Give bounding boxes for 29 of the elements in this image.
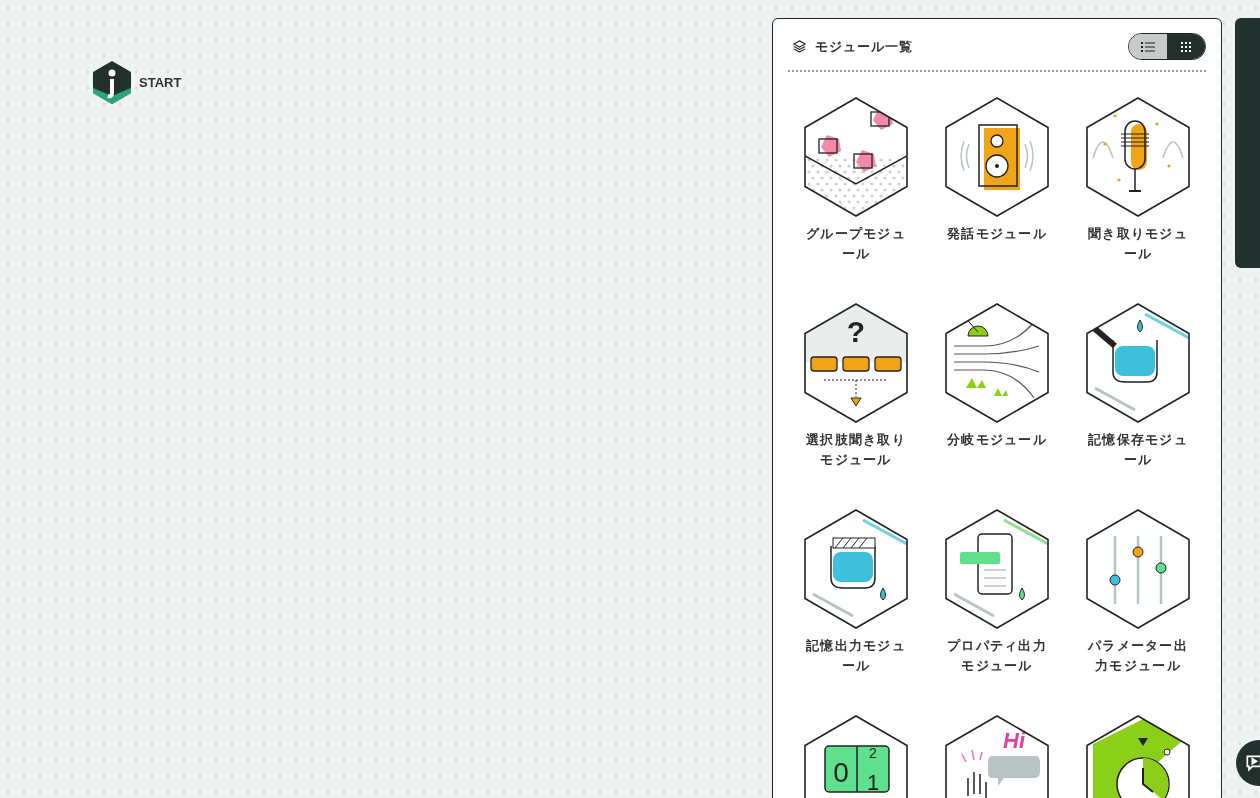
module-label: プロパティ出力モジュール [945,637,1049,675]
module-illustration[interactable]: Hi [944,714,1050,798]
play-bubble-icon [1244,753,1260,773]
module-label: 発話モジュール [945,225,1049,243]
module-illustration[interactable]: ? [803,302,909,424]
module-illustration[interactable] [944,302,1050,424]
start-label: START [139,73,182,92]
module-label: 聞き取りモジュール [1086,225,1190,263]
module-illustration[interactable] [803,96,909,218]
list-view-icon [1141,40,1155,53]
module-illustration[interactable] [803,508,909,630]
module-label: 記憶保存モジュール [1086,431,1190,469]
module-label: グループモジュール [804,225,908,263]
module-illustration[interactable] [1085,508,1191,630]
module-illustration[interactable]: 0 2 1 [803,714,909,798]
module-illustration[interactable] [944,96,1050,218]
module-label: 選択肢聞き取りモジュール [804,431,908,469]
module-label: 分岐モジュール [945,431,1049,449]
module-illustration[interactable] [1085,302,1191,424]
module-illustration[interactable] [944,508,1050,630]
grid-view-button[interactable] [1167,34,1205,59]
start-hexagon-icon [93,61,131,104]
module-label: パラメーター出力モジュール [1086,637,1190,675]
module-illustration[interactable] [1085,96,1191,218]
list-view-button[interactable] [1129,34,1167,59]
layers-icon [792,39,807,54]
module-label: 記憶出力モジュール [804,637,908,675]
panel-title: モジュール一覧 [815,37,914,56]
grid-view-icon [1180,40,1192,53]
